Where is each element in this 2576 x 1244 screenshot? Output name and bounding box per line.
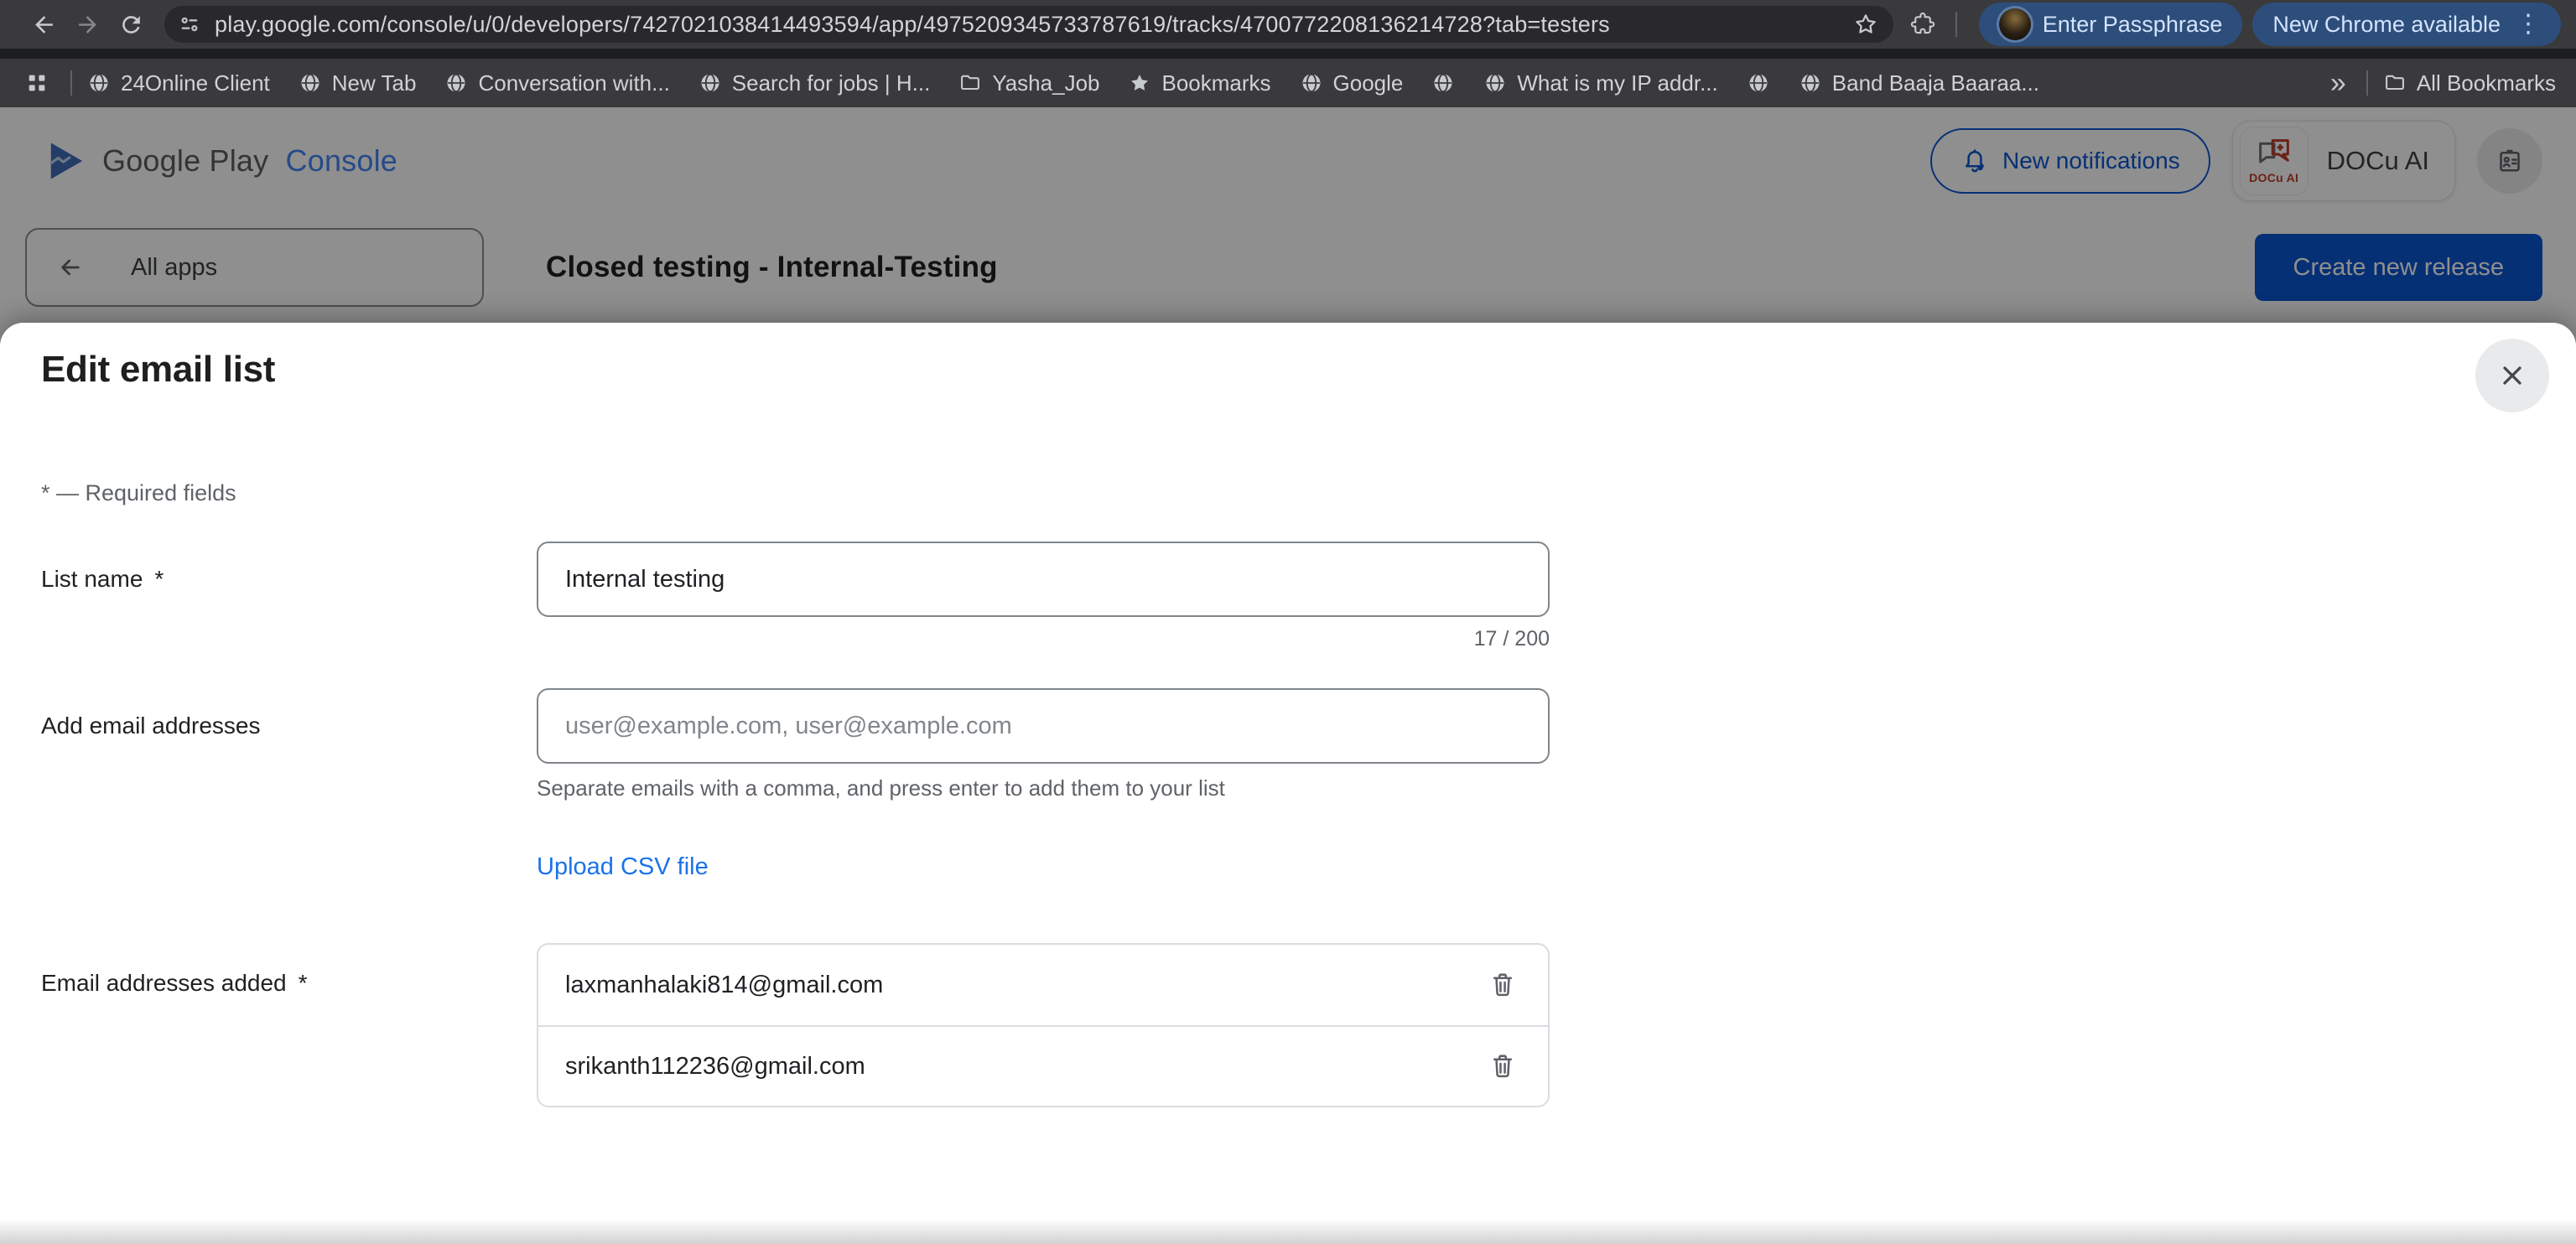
bookmark-item[interactable]: New Tab [299, 70, 417, 96]
globe-icon [299, 71, 322, 95]
star-icon [1128, 71, 1151, 95]
list-name-row: List name* [41, 542, 2576, 617]
bookmarks-overflow-button[interactable]: » [2330, 69, 2346, 97]
bookmark-item[interactable]: Band Baaja Baaraa... [1799, 70, 2039, 96]
screen: play.google.com/console/u/0/developers/7… [0, 0, 2576, 1244]
add-emails-helper: Separate emails with a comma, and press … [537, 775, 1550, 801]
bookmark-item[interactable] [1431, 71, 1455, 95]
bookmark-label: What is my IP addr... [1517, 70, 1717, 96]
star-outline-icon [1853, 12, 1878, 37]
reload-button[interactable] [109, 3, 153, 46]
browser-menu-icon[interactable]: ⋮ [2516, 12, 2541, 37]
bookmark-item[interactable]: Yasha_Job [958, 70, 1099, 96]
url-text: play.google.com/console/u/0/developers/7… [215, 12, 1841, 38]
forward-icon [75, 12, 101, 38]
trash-icon [1488, 1051, 1518, 1081]
apps-grid-button[interactable] [25, 71, 49, 95]
email-row: laxmanhalaki814@gmail.com [538, 945, 1548, 1025]
modal-title: Edit email list [41, 345, 2576, 395]
puzzle-icon [1910, 12, 1935, 37]
new-chrome-button[interactable]: New Chrome available ⋮ [2252, 3, 2561, 46]
helper-row: Separate emails with a comma, and press … [41, 775, 2576, 801]
email-address: srikanth112236@gmail.com [565, 1053, 865, 1081]
globe-icon [1300, 71, 1323, 95]
delete-email-button[interactable] [1479, 962, 1526, 1008]
bookmarks-bar: 24Online Client New Tab Conversation with.… [0, 59, 2576, 107]
extensions-button[interactable] [1910, 12, 1935, 37]
bookmark-label: Bookmarks [1161, 70, 1270, 96]
site-info-icon[interactable] [178, 13, 201, 36]
required-fields-note: * — Required fields [41, 480, 2576, 506]
globe-icon [1747, 71, 1770, 95]
toolbar-gap [0, 49, 2576, 59]
wallet-avatar-icon [1999, 8, 2031, 40]
email-address: laxmanhalaki814@gmail.com [565, 972, 883, 999]
bookmarks-separator-2 [2366, 70, 2368, 96]
emails-added-row: Email addresses added* laxmanhalaki814@g… [41, 943, 2576, 1107]
char-counter: 17 / 200 [537, 627, 1550, 651]
bookmarks-separator [70, 70, 72, 96]
bookmark-item[interactable]: Conversation with... [444, 70, 669, 96]
upload-row: Upload CSV file [41, 853, 2576, 881]
required-asterisk: * [154, 566, 164, 592]
all-bookmarks-label: All Bookmarks [2417, 70, 2556, 96]
bookmark-item[interactable] [1747, 71, 1770, 95]
edit-email-list-modal: Edit email list * — Required fields List… [0, 323, 2576, 1244]
counter-row: 17 / 200 [41, 627, 2576, 651]
globe-icon [1799, 71, 1822, 95]
browser-toolbar: play.google.com/console/u/0/developers/7… [0, 0, 2576, 49]
globe-icon [444, 71, 468, 95]
email-list: laxmanhalaki814@gmail.com srikanth112236… [537, 943, 1550, 1107]
list-name-input[interactable] [537, 542, 1550, 617]
bookmark-label: Yasha_Job [992, 70, 1099, 96]
email-list-form: List name* 17 / 200 Add email addresses … [41, 542, 2576, 1107]
toolbar-separator [1955, 12, 1957, 37]
email-row: srikanth112236@gmail.com [538, 1025, 1548, 1106]
new-chrome-label: New Chrome available [2272, 12, 2501, 38]
add-emails-input[interactable] [537, 688, 1550, 764]
close-icon [2497, 360, 2527, 391]
back-button[interactable] [22, 3, 65, 46]
bookmark-item[interactable]: Search for jobs | H... [699, 70, 931, 96]
bookmark-label: Band Baaja Baaraa... [1832, 70, 2039, 96]
enter-passphrase-button[interactable]: Enter Passphrase [1979, 3, 2243, 46]
bookmark-label: 24Online Client [121, 70, 270, 96]
add-emails-row: Add email addresses [41, 688, 2576, 764]
play-console-page: Google Play Console New notifications [0, 107, 2576, 1244]
url-bar[interactable]: play.google.com/console/u/0/developers/7… [164, 6, 1893, 43]
bookmark-label: Google [1333, 70, 1404, 96]
folder-icon [2383, 71, 2407, 95]
reload-icon [118, 12, 144, 38]
back-icon [31, 12, 57, 38]
scroll-shadow [0, 1219, 2576, 1244]
bookmarks-right: » All Bookmarks [2330, 69, 2556, 97]
required-asterisk: * [299, 970, 308, 996]
globe-icon [87, 71, 111, 95]
bookmark-label: Search for jobs | H... [732, 70, 931, 96]
globe-icon [1431, 71, 1455, 95]
folder-icon [958, 71, 982, 95]
globe-icon [699, 71, 722, 95]
bookmarks-list: 24Online Client New Tab Conversation with.… [87, 70, 2068, 96]
delete-email-button[interactable] [1479, 1043, 1526, 1090]
add-emails-label: Add email addresses [41, 713, 537, 739]
close-modal-button[interactable] [2475, 339, 2549, 412]
bookmark-label: New Tab [332, 70, 417, 96]
list-name-label: List name* [41, 566, 537, 593]
globe-icon [1483, 71, 1507, 95]
bookmark-star-button[interactable] [1853, 12, 1878, 37]
bookmark-item[interactable]: Bookmarks [1128, 70, 1270, 96]
enter-passphrase-label: Enter Passphrase [2043, 12, 2223, 38]
bookmark-item[interactable]: Google [1300, 70, 1404, 96]
trash-icon [1488, 970, 1518, 1000]
forward-button[interactable] [65, 3, 109, 46]
bookmark-item[interactable]: 24Online Client [87, 70, 270, 96]
emails-added-label: Email addresses added* [41, 943, 537, 997]
upload-csv-link[interactable]: Upload CSV file [537, 853, 709, 881]
apps-grid-icon [25, 71, 49, 95]
bookmark-label: Conversation with... [478, 70, 669, 96]
bookmark-item[interactable]: What is my IP addr... [1483, 70, 1717, 96]
all-bookmarks-button[interactable]: All Bookmarks [2383, 70, 2556, 96]
